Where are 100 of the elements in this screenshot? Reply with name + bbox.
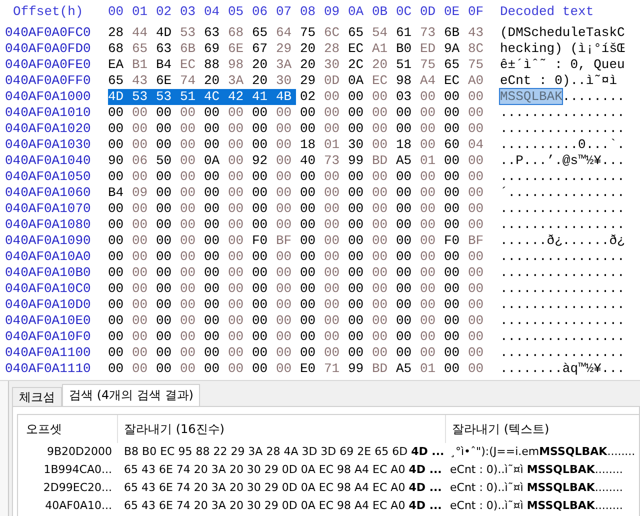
byte-value: 73 (420, 25, 437, 41)
byte-value: 00 (156, 105, 173, 121)
byte-value: 00 (444, 313, 461, 329)
byte-value: 00 (372, 297, 389, 313)
panel-tab[interactable]: 체크섬 (12, 387, 62, 407)
byte-value: 00 (300, 185, 317, 201)
byte-value: 00 (228, 249, 245, 265)
byte-value: 00 (420, 249, 437, 265)
byte-value: 00 (468, 361, 485, 377)
byte-value: E0 (300, 361, 317, 377)
byte-value: 01 (420, 361, 437, 377)
byte-value: 00 (444, 265, 461, 281)
byte-value: 00 (420, 345, 437, 361)
byte-value: 00 (420, 265, 437, 281)
row-offset: 040AF0A1080 (4, 217, 92, 233)
selected-byte: 41 (252, 89, 276, 105)
byte-value: 3A (276, 57, 293, 73)
selected-byte: 4D (108, 89, 132, 105)
byte-value: 00 (180, 281, 197, 297)
byte-value: 00 (396, 217, 413, 233)
byte-value: 00 (276, 265, 293, 281)
byte-value: 00 (180, 217, 197, 233)
column-header: 05 (228, 3, 245, 21)
byte-value: 00 (108, 313, 125, 329)
byte-value: 00 (396, 281, 413, 297)
byte-value: 00 (444, 121, 461, 137)
byte-value: 00 (228, 121, 245, 137)
byte-value: 99 (348, 153, 365, 169)
column-header: 0D (420, 3, 437, 21)
column-header: 08 (300, 3, 317, 21)
decoded-text: ........àq™½¥... (500, 361, 625, 376)
byte-value: 20 (252, 57, 269, 73)
byte-value: 00 (324, 217, 341, 233)
column-header[interactable]: 잘라내기 (16진수) (118, 415, 446, 443)
byte-value: 00 (276, 153, 293, 169)
decoded-header: Decoded text (500, 3, 594, 21)
decoded-text: ......ð¿......ð¿ (500, 233, 625, 248)
byte-value: 00 (420, 169, 437, 185)
byte-value: 00 (156, 185, 173, 201)
byte-value: 00 (228, 361, 245, 377)
byte-value: 00 (348, 169, 365, 185)
row-offset: 040AF0A1050 (4, 169, 92, 185)
decoded-text: ........ (562, 89, 625, 104)
column-header: 0B (372, 3, 389, 21)
byte-value: 00 (108, 281, 125, 297)
byte-value: BF (276, 233, 293, 249)
byte-value: 00 (108, 105, 125, 121)
byte-value: 00 (252, 105, 269, 121)
byte-value: 29 (300, 73, 317, 89)
result-text: ¸°ì•ˆ"):(J==i.emMSSQLBAK........ (450, 445, 636, 458)
byte-value: 00 (444, 329, 461, 345)
byte-value: 00 (396, 297, 413, 313)
byte-value: 00 (132, 297, 149, 313)
byte-value: 71 (324, 361, 341, 377)
byte-value: 00 (132, 137, 149, 153)
byte-value: 00 (420, 121, 437, 137)
byte-value: 00 (276, 201, 293, 217)
byte-value: 00 (324, 329, 341, 345)
column-header[interactable]: 잘라내기 (텍스트) (446, 415, 639, 443)
byte-value: 00 (132, 121, 149, 137)
byte-value: 65 (252, 25, 269, 41)
byte-value: 6C (324, 25, 341, 41)
byte-value: 8C (468, 41, 485, 57)
byte-value: 00 (180, 153, 197, 169)
byte-value: 18 (300, 137, 317, 153)
panel-tab[interactable]: 검색 (4개의 검색 결과) (62, 384, 200, 407)
result-offset[interactable]: 2D99EC20... (43, 481, 112, 494)
byte-value: 00 (324, 249, 341, 265)
row-offset: 040AF0A1070 (4, 201, 92, 217)
byte-value: 00 (204, 201, 221, 217)
byte-value: 00 (228, 217, 245, 233)
result-offset[interactable]: 40AF0A10... (45, 499, 112, 512)
byte-value: B4 (156, 57, 173, 73)
byte-value: 30 (276, 73, 293, 89)
byte-value: 73 (324, 153, 341, 169)
decoded-text: ..........0...`. (500, 137, 625, 152)
byte-value: 00 (444, 169, 461, 185)
byte-value: 00 (108, 217, 125, 233)
result-text: eCnt : 0)..ì˜¤ì MSSQLBAK........ (450, 481, 623, 494)
decoded-text: ê±´ìˆ˜ : 0, Queu (500, 57, 625, 72)
result-offset[interactable]: 9B20D2000 (46, 445, 112, 458)
byte-value: 00 (228, 281, 245, 297)
byte-value: 00 (444, 281, 461, 297)
byte-value: 00 (204, 313, 221, 329)
byte-value: 43 (468, 25, 485, 41)
byte-value: 00 (468, 313, 485, 329)
byte-value: 29 (276, 41, 293, 57)
byte-value: 00 (300, 121, 317, 137)
byte-value: 00 (132, 105, 149, 121)
byte-value: 00 (252, 361, 269, 377)
column-header[interactable]: 오프셋 (18, 415, 118, 443)
byte-value: 0A (348, 73, 365, 89)
byte-value: 00 (276, 297, 293, 313)
byte-value: 00 (180, 105, 197, 121)
byte-value: 00 (324, 345, 341, 361)
byte-value: 03 (396, 89, 413, 105)
byte-value: 00 (132, 233, 149, 249)
result-offset[interactable]: 1B994CA0... (44, 463, 112, 476)
byte-value: 00 (468, 281, 485, 297)
row-offset: 040AF0A1000 (4, 89, 92, 105)
